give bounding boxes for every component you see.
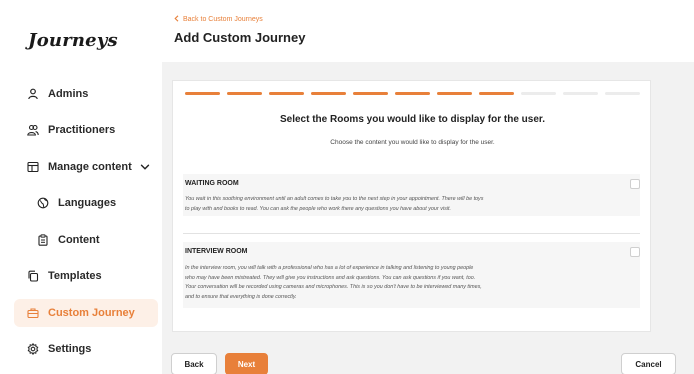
- room-waiting: WAITING ROOM You wait in this soothing e…: [183, 174, 640, 216]
- sidebar-item-label: Manage content: [48, 161, 132, 173]
- room-checkbox-waiting[interactable]: [630, 179, 640, 189]
- cancel-button[interactable]: Cancel: [621, 353, 676, 374]
- progress-step: [563, 92, 598, 95]
- progress-step: [269, 92, 304, 95]
- progress-step: [311, 92, 346, 95]
- room-title: INTERVIEW ROOM: [185, 248, 248, 255]
- copy-icon: [26, 269, 40, 283]
- sidebar: Journeys Admins Practitioners Manage con…: [0, 0, 162, 374]
- page-header: Back to Custom Journeys Add Custom Journ…: [162, 0, 694, 62]
- room-description-line: to play with and books to read. You can …: [185, 205, 452, 212]
- progress-step: [185, 92, 220, 95]
- sidebar-item-templates[interactable]: Templates: [14, 262, 158, 290]
- progress-step: [521, 92, 556, 95]
- progress-step: [353, 92, 388, 95]
- step-progress-bar: [185, 92, 640, 95]
- sidebar-item-languages[interactable]: Languages: [14, 189, 158, 217]
- sidebar-item-label: Content: [58, 234, 100, 246]
- main-content: Select the Rooms you would like to displ…: [162, 62, 694, 374]
- page-title: Add Custom Journey: [174, 30, 306, 45]
- chevron-left-icon: [174, 15, 179, 24]
- sidebar-item-admins[interactable]: Admins: [14, 80, 158, 108]
- divider: [183, 233, 640, 234]
- card-subheading: Choose the content you would like to dis…: [330, 139, 495, 146]
- content-icon: [26, 160, 40, 174]
- room-interview: INTERVIEW ROOM In the interview room, yo…: [183, 242, 640, 308]
- back-button[interactable]: Back: [171, 353, 217, 374]
- room-description-line: who may have been mistreated. They will …: [185, 274, 476, 281]
- progress-step: [395, 92, 430, 95]
- sidebar-item-label: Templates: [48, 270, 102, 282]
- gear-icon: [26, 342, 40, 356]
- back-link-label: Back to Custom Journeys: [183, 16, 263, 23]
- sidebar-item-label: Languages: [58, 197, 117, 209]
- room-checkbox-interview[interactable]: [630, 247, 640, 257]
- progress-step: [479, 92, 514, 95]
- sidebar-item-label: Custom Journey: [48, 307, 135, 319]
- room-description: In the interview room, you will talk wit…: [185, 264, 615, 302]
- next-button[interactable]: Next: [225, 353, 268, 374]
- people-icon: [26, 123, 40, 137]
- sidebar-item-manage-content[interactable]: Manage content: [14, 153, 158, 181]
- globe-icon: [36, 196, 50, 210]
- room-selection-card: Select the Rooms you would like to displ…: [172, 80, 651, 332]
- room-description-line: and to ensure that everything is done co…: [185, 293, 297, 300]
- card-heading: Select the Rooms you would like to displ…: [279, 114, 546, 125]
- sidebar-item-label: Admins: [48, 88, 89, 100]
- sidebar-item-practitioners[interactable]: Practitioners: [14, 116, 158, 144]
- sidebar-item-custom-journey[interactable]: Custom Journey: [14, 299, 158, 327]
- room-description-line: In the interview room, you will talk wit…: [185, 265, 474, 271]
- progress-step: [227, 92, 262, 95]
- clipboard-icon: [36, 233, 50, 247]
- room-description: You wait in this soothing environment un…: [185, 195, 615, 214]
- room-description-line: Your conversation will be recorded using…: [185, 284, 482, 291]
- room-title: WAITING ROOM: [185, 180, 239, 187]
- briefcase-icon: [26, 306, 40, 320]
- progress-step: [605, 92, 640, 95]
- chevron-down-icon[interactable]: [140, 161, 152, 173]
- progress-step: [437, 92, 472, 95]
- sidebar-item-settings[interactable]: Settings: [14, 335, 158, 363]
- person-icon: [26, 87, 40, 101]
- sidebar-item-content[interactable]: Content: [14, 226, 158, 254]
- app-logo: Journeys: [28, 30, 118, 51]
- back-to-custom-journeys-link[interactable]: Back to Custom Journeys: [174, 15, 263, 24]
- sidebar-item-label: Practitioners: [48, 124, 116, 136]
- room-description-line: You wait in this soothing environment un…: [185, 196, 484, 202]
- sidebar-item-label: Settings: [48, 343, 92, 355]
